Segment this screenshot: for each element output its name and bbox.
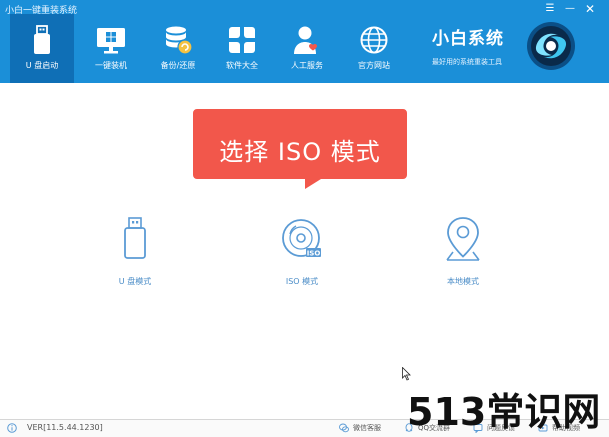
version-text: VER[11.5.44.1230] [27, 423, 103, 432]
brand-name: 小白系统 [432, 29, 504, 49]
mode-label: ISO 模式 [285, 277, 319, 286]
nav-item-usb-boot[interactable]: U 盘启动 [10, 14, 74, 83]
info-icon [7, 423, 17, 433]
nav-label: 软件大全 [226, 61, 258, 70]
menu-icon[interactable]: ☰ [543, 2, 557, 16]
nav-label: U 盘启动 [25, 61, 59, 70]
brand-logo-icon [527, 22, 575, 70]
mouse-cursor-icon [402, 367, 411, 381]
nav-item-one-click-install[interactable]: 一键装机 [79, 14, 143, 83]
top-header: 小白一键重装系统 ☰ — ✕ U 盘启动 一键装机 备份/还原 软件大全 人工服… [0, 0, 609, 83]
support-agent-icon [294, 26, 317, 54]
mode-label: U 盘模式 [118, 277, 152, 286]
nav-item-official-site[interactable]: 官方网站 [342, 14, 406, 83]
mode-local[interactable]: 本地模式 [418, 216, 508, 290]
usb-drive-icon [124, 217, 146, 259]
nav-item-software[interactable]: 软件大全 [210, 14, 274, 83]
iso-disc-icon: ISO [282, 219, 321, 258]
footer-link-label: 微信客服 [353, 424, 381, 432]
nav-item-support[interactable]: 人工服务 [275, 14, 339, 83]
nav-label: 一键装机 [95, 61, 127, 70]
wechat-icon [339, 423, 349, 433]
nav-item-backup-restore[interactable]: 备份/还原 [146, 14, 210, 83]
brand-subtitle: 最好用的系统重装工具 [432, 58, 502, 66]
usb-drive-icon [34, 25, 50, 54]
mode-iso[interactable]: ISO ISO 模式 [257, 216, 347, 290]
callout-text: 选择 ISO 模式 [219, 138, 381, 166]
globe-icon [360, 26, 388, 54]
database-backup-icon [166, 26, 193, 55]
mode-usb[interactable]: U 盘模式 [90, 216, 180, 290]
svg-text:ISO: ISO [307, 250, 321, 258]
app-grid-icon [229, 27, 255, 53]
location-pin-icon [446, 217, 480, 261]
monitor-windows-icon [97, 28, 125, 54]
minimize-icon[interactable]: — [563, 2, 577, 16]
nav-label: 人工服务 [291, 61, 323, 70]
nav-label: 备份/还原 [160, 61, 196, 70]
close-icon[interactable]: ✕ [583, 2, 597, 16]
site-watermark: 513常识网 [407, 390, 601, 434]
mode-label: 本地模式 [447, 277, 479, 286]
nav-label: 官方网站 [358, 61, 390, 70]
